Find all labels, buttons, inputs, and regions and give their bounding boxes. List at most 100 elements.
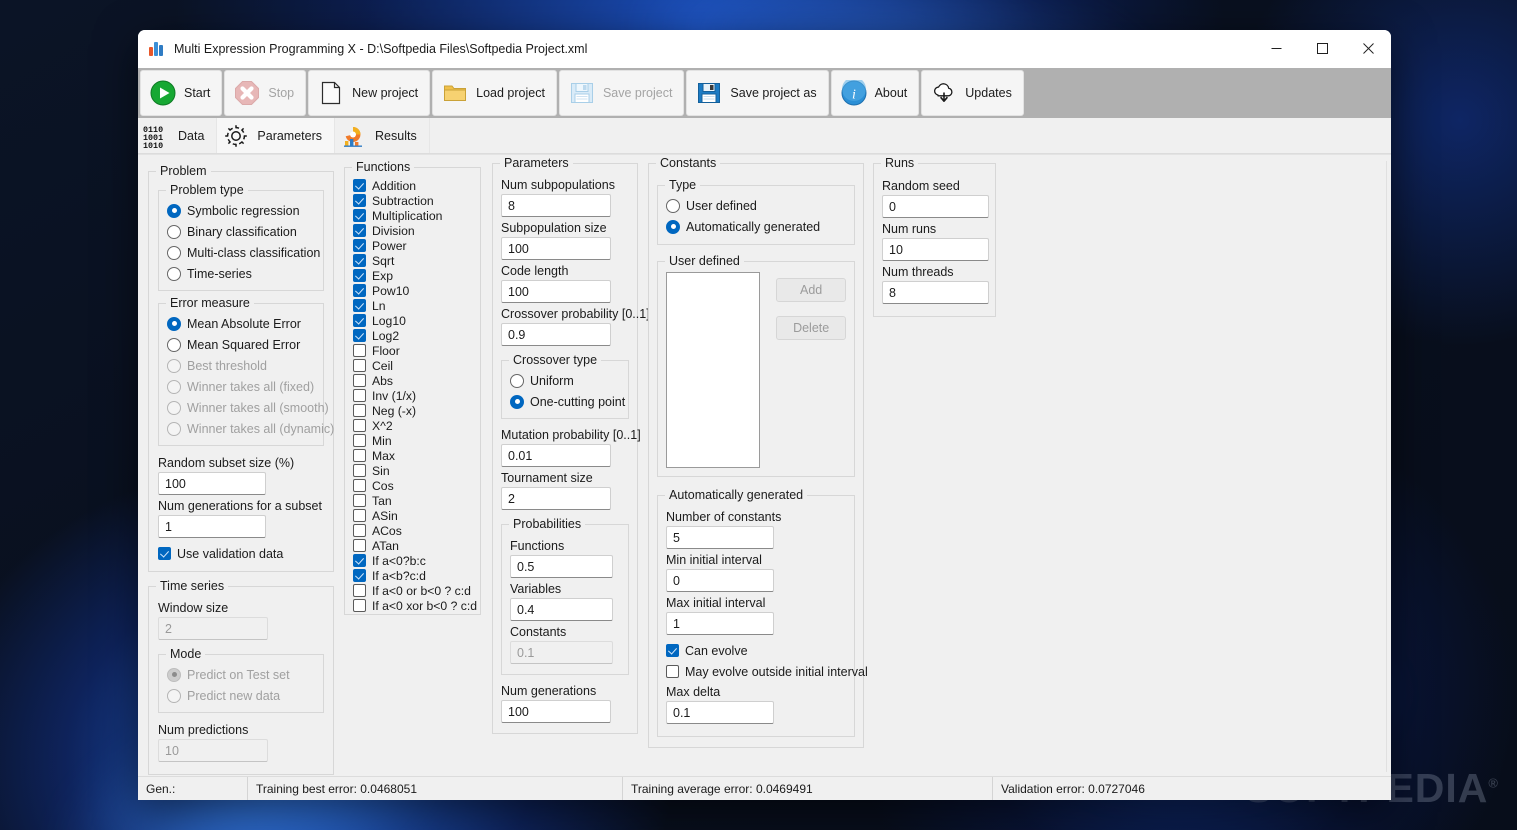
num-threads-input[interactable]: 8 bbox=[882, 281, 989, 304]
functions-group: Functions Addition Subtraction Multiplicat… bbox=[344, 160, 481, 615]
user-defined-constants-listbox[interactable] bbox=[666, 272, 761, 468]
title-bar[interactable]: Multi Expression Programming X - D:\Soft… bbox=[138, 30, 1391, 68]
tab-results[interactable]: Results bbox=[335, 118, 430, 153]
radio-one-cutting-point[interactable]: One-cutting point bbox=[510, 392, 625, 411]
function-checkbox-tan[interactable]: Tan bbox=[353, 493, 472, 508]
radio-uniform[interactable]: Uniform bbox=[510, 371, 620, 390]
function-checkbox-neg-x[interactable]: Neg (-x) bbox=[353, 403, 472, 418]
function-checkbox-inv-1-x[interactable]: Inv (1/x) bbox=[353, 388, 472, 403]
start-button[interactable]: Start bbox=[140, 70, 223, 116]
checkbox-label: Neg (-x) bbox=[372, 403, 417, 418]
probability-constants-input[interactable]: 0.1 bbox=[510, 641, 613, 664]
num-generations-subset-input[interactable]: 1 bbox=[158, 515, 266, 538]
function-checkbox-if-a-0-or-b-0-c-d[interactable]: If a<0 or b<0 ? c:d bbox=[353, 583, 472, 598]
function-checkbox-floor[interactable]: Floor bbox=[353, 343, 472, 358]
max-initial-interval-label: Max initial interval bbox=[666, 596, 766, 610]
add-constant-button[interactable]: Add bbox=[776, 278, 846, 302]
function-checkbox-if-a-0-b-c[interactable]: If a<0?b:c bbox=[353, 553, 472, 568]
function-checkbox-ln[interactable]: Ln bbox=[353, 298, 472, 313]
function-checkbox-pow10[interactable]: Pow10 bbox=[353, 283, 472, 298]
maximize-icon[interactable] bbox=[1299, 30, 1345, 68]
function-checkbox-power[interactable]: Power bbox=[353, 238, 472, 253]
stop-button[interactable]: Stop bbox=[224, 70, 307, 116]
function-checkbox-if-a-0-xor-b-0-c-d[interactable]: If a<0 xor b<0 ? c:d bbox=[353, 598, 477, 613]
function-checkbox-min[interactable]: Min bbox=[353, 433, 472, 448]
checkbox-indicator bbox=[666, 665, 679, 678]
save-project-as-button[interactable]: Save project as bbox=[686, 70, 829, 116]
random-subset-size-input[interactable]: 100 bbox=[158, 472, 266, 495]
function-checkbox-division[interactable]: Division bbox=[353, 223, 472, 238]
checkbox-indicator bbox=[353, 539, 366, 552]
subpopulation-size-label: Subpopulation size bbox=[501, 221, 607, 235]
function-checkbox-if-a-b-c-d[interactable]: If a<b?c:d bbox=[353, 568, 472, 583]
checkbox-use-validation-data[interactable]: Use validation data bbox=[158, 544, 324, 563]
code-length-input[interactable]: 100 bbox=[501, 280, 611, 303]
function-checkbox-subtraction[interactable]: Subtraction bbox=[353, 193, 472, 208]
function-checkbox-multiplication[interactable]: Multiplication bbox=[353, 208, 472, 223]
function-checkbox-abs[interactable]: Abs bbox=[353, 373, 472, 388]
radio-time-series[interactable]: Time-series bbox=[167, 264, 315, 283]
num-generations-input[interactable]: 100 bbox=[501, 700, 611, 723]
max-initial-interval-input[interactable]: 1 bbox=[666, 612, 774, 635]
radio-binary-classification[interactable]: Binary classification bbox=[167, 222, 315, 241]
radio-user-defined[interactable]: User defined bbox=[666, 196, 846, 215]
function-checkbox-atan[interactable]: ATan bbox=[353, 538, 472, 553]
function-checkbox-x-2[interactable]: X^2 bbox=[353, 418, 472, 433]
number-of-constants-input[interactable]: 5 bbox=[666, 526, 774, 549]
checkbox-label: ATan bbox=[372, 538, 399, 553]
close-icon[interactable] bbox=[1345, 30, 1391, 68]
radio-mean-absolute-error[interactable]: Mean Absolute Error bbox=[167, 314, 315, 333]
load-project-button[interactable]: Load project bbox=[432, 70, 557, 116]
function-checkbox-sin[interactable]: Sin bbox=[353, 463, 472, 478]
radio-label: Winner takes all (dynamic) bbox=[187, 421, 335, 436]
function-checkbox-cos[interactable]: Cos bbox=[353, 478, 472, 493]
checkbox-indicator bbox=[353, 314, 366, 327]
user-defined-constants-group: User defined Add Delete bbox=[657, 254, 855, 477]
tournament-size-input[interactable]: 2 bbox=[501, 487, 611, 510]
radio-automatically-generated[interactable]: Automatically generated bbox=[666, 217, 846, 236]
updates-button[interactable]: Updates bbox=[921, 70, 1024, 116]
function-checkbox-max[interactable]: Max bbox=[353, 448, 472, 463]
function-checkbox-acos[interactable]: ACos bbox=[353, 523, 472, 538]
num-predictions-input[interactable]: 10 bbox=[158, 739, 268, 762]
delete-constant-button[interactable]: Delete bbox=[776, 316, 846, 340]
error-measure-group: Error measure Mean Absolute Error Mean S… bbox=[158, 296, 334, 446]
checkbox-indicator bbox=[353, 209, 366, 222]
window-size-input[interactable]: 2 bbox=[158, 617, 268, 640]
about-button[interactable]: i About bbox=[830, 70, 920, 116]
checkbox-label: If a<0 xor b<0 ? c:d bbox=[372, 598, 478, 613]
max-delta-input[interactable]: 0.1 bbox=[666, 701, 774, 724]
crossover-probability-input[interactable]: 0.9 bbox=[501, 323, 611, 346]
num-runs-input[interactable]: 10 bbox=[882, 238, 989, 261]
checkbox-may-evolve-outside-initial-interval[interactable]: May evolve outside initial interval bbox=[666, 662, 868, 681]
checkbox-can-evolve[interactable]: Can evolve bbox=[666, 641, 846, 660]
save-project-button[interactable]: Save project bbox=[558, 70, 685, 116]
function-checkbox-log10[interactable]: Log10 bbox=[353, 313, 472, 328]
parameters-page: Problem Problem type Symbolic regression… bbox=[138, 154, 1391, 776]
checkbox-label: Log2 bbox=[372, 328, 400, 343]
probability-functions-input[interactable]: 0.5 bbox=[510, 555, 613, 578]
subpopulation-size-input[interactable]: 100 bbox=[501, 237, 611, 260]
mutation-probability-input[interactable]: 0.01 bbox=[501, 444, 611, 467]
checkbox-indicator bbox=[353, 269, 366, 282]
function-checkbox-ceil[interactable]: Ceil bbox=[353, 358, 472, 373]
num-subpopulations-input[interactable]: 8 bbox=[501, 194, 611, 217]
problem-group-title: Problem bbox=[156, 164, 211, 178]
radio-multi-class-classification[interactable]: Multi-class classification bbox=[167, 243, 320, 262]
function-checkbox-asin[interactable]: ASin bbox=[353, 508, 472, 523]
probability-variables-input[interactable]: 0.4 bbox=[510, 598, 613, 621]
random-seed-input[interactable]: 0 bbox=[882, 195, 989, 218]
radio-mean-squared-error[interactable]: Mean Squared Error bbox=[167, 335, 315, 354]
min-initial-interval-input[interactable]: 0 bbox=[666, 569, 774, 592]
tab-data[interactable]: 0110 1001 1010 Data bbox=[138, 118, 218, 153]
new-project-button[interactable]: New project bbox=[308, 70, 431, 116]
function-checkbox-log2[interactable]: Log2 bbox=[353, 328, 472, 343]
function-checkbox-exp[interactable]: Exp bbox=[353, 268, 472, 283]
probabilities-group: Probabilities Functions 0.5 Variables 0.… bbox=[501, 517, 629, 675]
tab-parameters[interactable]: Parameters bbox=[217, 118, 336, 153]
function-checkbox-sqrt[interactable]: Sqrt bbox=[353, 253, 472, 268]
radio-symbolic-regression[interactable]: Symbolic regression bbox=[167, 201, 315, 220]
svg-text:i: i bbox=[852, 88, 856, 103]
function-checkbox-addition[interactable]: Addition bbox=[353, 178, 472, 193]
minimize-icon[interactable] bbox=[1253, 30, 1299, 68]
